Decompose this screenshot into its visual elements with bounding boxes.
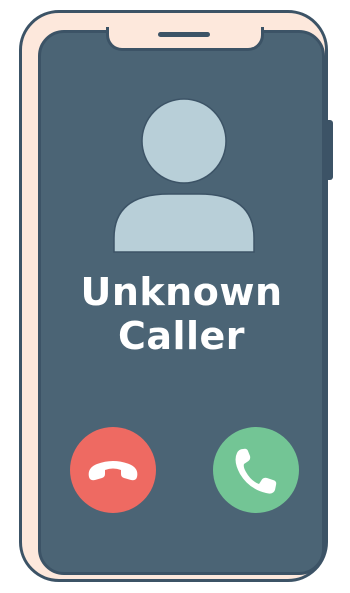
side-button: [327, 120, 333, 180]
decline-call-button[interactable]: [70, 427, 156, 513]
caller-name-line1: Unknown: [80, 270, 283, 314]
hang-up-phone-icon: [88, 461, 138, 481]
speaker-grille: [158, 32, 210, 37]
caller-name-line2: Caller: [117, 314, 246, 358]
person-silhouette-icon: [113, 98, 255, 253]
accept-call-button[interactable]: [213, 427, 299, 513]
phone-icon: [235, 448, 277, 494]
caller-name: Unknown Caller: [38, 270, 325, 358]
